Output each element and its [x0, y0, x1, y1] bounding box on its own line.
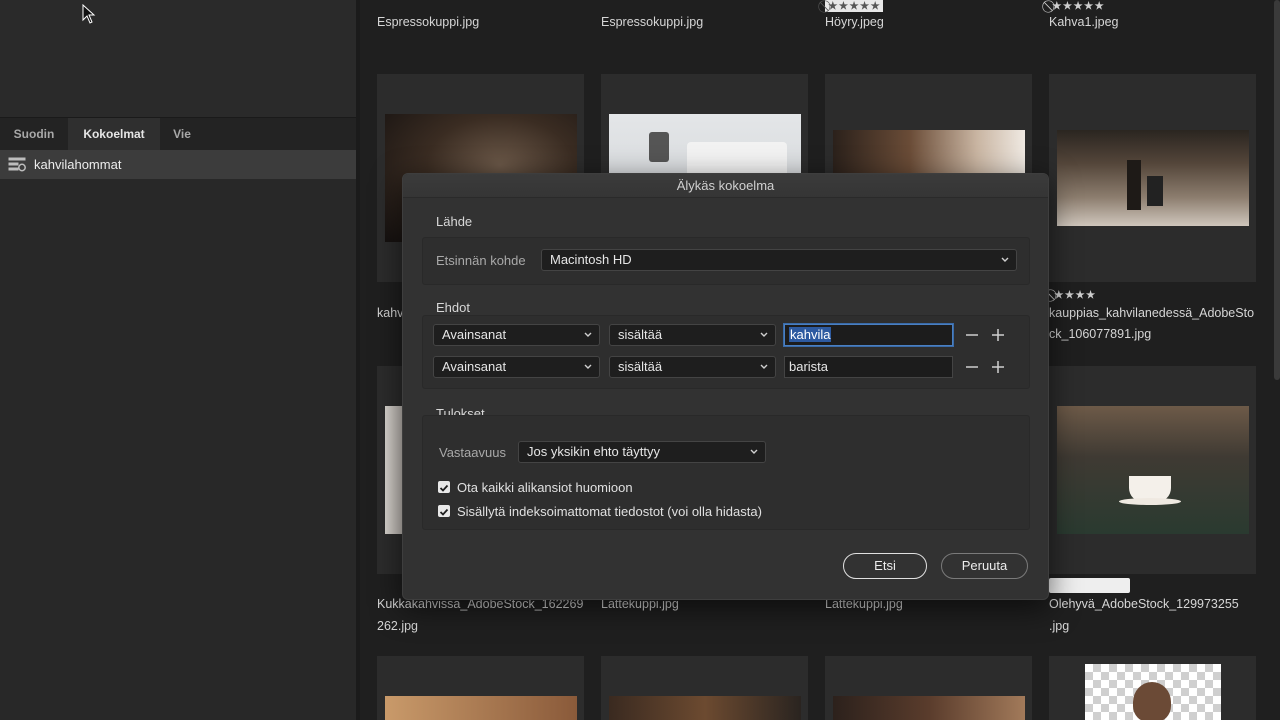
match-select[interactable]: Jos yksikin ehto täyttyy — [518, 441, 766, 463]
file-name: .jpg — [1049, 619, 1070, 633]
match-label: Vastaavuus — [439, 445, 506, 460]
condition-value-input[interactable]: kahvila — [784, 324, 953, 346]
add-condition-icon[interactable] — [990, 327, 1006, 343]
file-name: kahv — [377, 306, 404, 320]
chevron-down-icon — [1001, 257, 1009, 262]
condition-operator-select[interactable]: sisältää — [609, 356, 776, 378]
collections-list — [0, 179, 356, 720]
thumbnail-cell[interactable] — [825, 656, 1032, 720]
smart-collection-icon — [8, 157, 26, 172]
panel-tabs: Suodin Kokoelmat Vie — [0, 118, 356, 150]
search-target-select[interactable]: Macintosh HD — [541, 249, 1017, 271]
condition-field-select[interactable]: Avainsanat — [433, 324, 600, 346]
file-name: kauppias_kahvilanedessä_AdobeSto — [1049, 306, 1255, 320]
source-section-label: Lähde — [436, 214, 473, 229]
condition-field-select[interactable]: Avainsanat — [433, 356, 600, 378]
cancel-button[interactable]: Peruuta — [941, 553, 1028, 579]
match-value: Jos yksikin ehto täyttyy — [527, 444, 660, 459]
condition-value-text: barista — [789, 359, 829, 374]
chevron-down-icon — [760, 332, 768, 337]
condition-operator-value: sisältää — [618, 327, 663, 342]
preview-panel — [0, 0, 356, 118]
condition-value-text: kahvila — [789, 327, 832, 342]
grid-scrollbar[interactable] — [1274, 0, 1280, 380]
tab-export[interactable]: Vie — [160, 118, 204, 150]
thumbnail-cell[interactable] — [1049, 366, 1256, 574]
chevron-down-icon — [750, 449, 758, 454]
color-label-bar — [1049, 578, 1130, 593]
file-name: Höyry.jpeg — [825, 15, 884, 29]
collection-item-label: kahvilahommat — [34, 157, 122, 172]
thumbnail-cell[interactable] — [377, 656, 584, 720]
thumbnail-cell[interactable] — [1049, 74, 1256, 282]
smart-collection-dialog: Älykäs kokoelma Lähde Etsinnän kohde Mac… — [402, 173, 1049, 600]
rating-stars[interactable]: ⃠★★★★ — [1053, 289, 1096, 301]
search-target-label: Etsinnän kohde — [436, 253, 526, 268]
thumbnail-image — [833, 696, 1025, 720]
condition-operator-value: sisältää — [618, 359, 663, 374]
chevron-down-icon — [584, 364, 592, 369]
checkmark-icon — [439, 508, 449, 516]
file-name: Espressokuppi.jpg — [601, 15, 704, 29]
add-condition-icon[interactable] — [990, 359, 1006, 375]
condition-operator-select[interactable]: sisältää — [609, 324, 776, 346]
unindexed-checkbox-label[interactable]: Sisällytä indeksoimattomat tiedostot (vo… — [457, 504, 762, 519]
app-window: Suodin Kokoelmat Vie kahvilahommat Espre… — [0, 0, 1280, 720]
thumbnail-image — [385, 696, 577, 720]
thumbnail-image — [1085, 664, 1221, 720]
collection-item[interactable]: kahvilahommat — [0, 150, 356, 179]
search-button[interactable]: Etsi — [843, 553, 927, 579]
tab-filter[interactable]: Suodin — [0, 118, 68, 150]
thumbnail-image — [1057, 406, 1249, 534]
dialog-title: Älykäs kokoelma — [403, 174, 1048, 198]
file-name: 262.jpg — [377, 619, 419, 633]
thumbnail-image — [1057, 130, 1249, 226]
unindexed-checkbox[interactable] — [438, 505, 450, 517]
thumbnail-cell[interactable] — [1049, 656, 1256, 720]
chevron-down-icon — [584, 332, 592, 337]
rating-stars[interactable]: ⃠★★★★★ — [1051, 0, 1105, 12]
file-name: ck_106077891.jpg — [1049, 327, 1152, 341]
rating-stars[interactable]: ⃠★★★★★ — [825, 0, 884, 12]
chevron-down-icon — [760, 364, 768, 369]
subfolders-checkbox-label[interactable]: Ota kaikki alikansiot huomioon — [457, 480, 633, 495]
file-name: Espressokuppi.jpg — [377, 15, 480, 29]
remove-condition-icon[interactable] — [964, 327, 980, 343]
file-name: Kahva1.jpeg — [1049, 15, 1119, 29]
thumbnail-cell[interactable] — [601, 656, 808, 720]
condition-value-input[interactable]: barista — [784, 356, 953, 378]
subfolders-checkbox[interactable] — [438, 481, 450, 493]
file-name: Olehyvä_AdobeStock_129973255 — [1049, 597, 1239, 611]
search-target-value: Macintosh HD — [550, 252, 632, 267]
checkmark-icon — [439, 484, 449, 492]
mouse-cursor-icon — [82, 4, 96, 24]
thumbnail-image — [609, 696, 801, 720]
condition-field-value: Avainsanat — [442, 327, 507, 342]
remove-condition-icon[interactable] — [964, 359, 980, 375]
conditions-section-label: Ehdot — [436, 300, 470, 315]
tab-collections[interactable]: Kokoelmat — [68, 118, 160, 150]
condition-field-value: Avainsanat — [442, 359, 507, 374]
